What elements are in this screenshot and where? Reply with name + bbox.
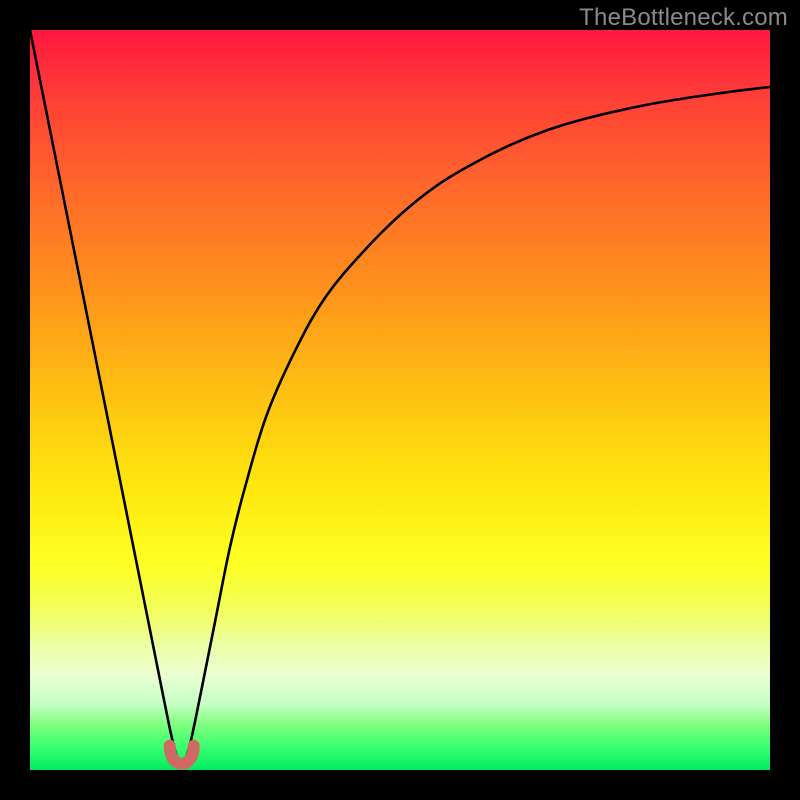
minimum-bump-icon bbox=[170, 746, 194, 764]
plot-area bbox=[30, 30, 770, 770]
bottleneck-curve bbox=[30, 30, 770, 763]
curve-svg bbox=[30, 30, 770, 770]
watermark-text: TheBottleneck.com bbox=[579, 4, 788, 32]
outer-frame: TheBottleneck.com bbox=[0, 0, 800, 800]
